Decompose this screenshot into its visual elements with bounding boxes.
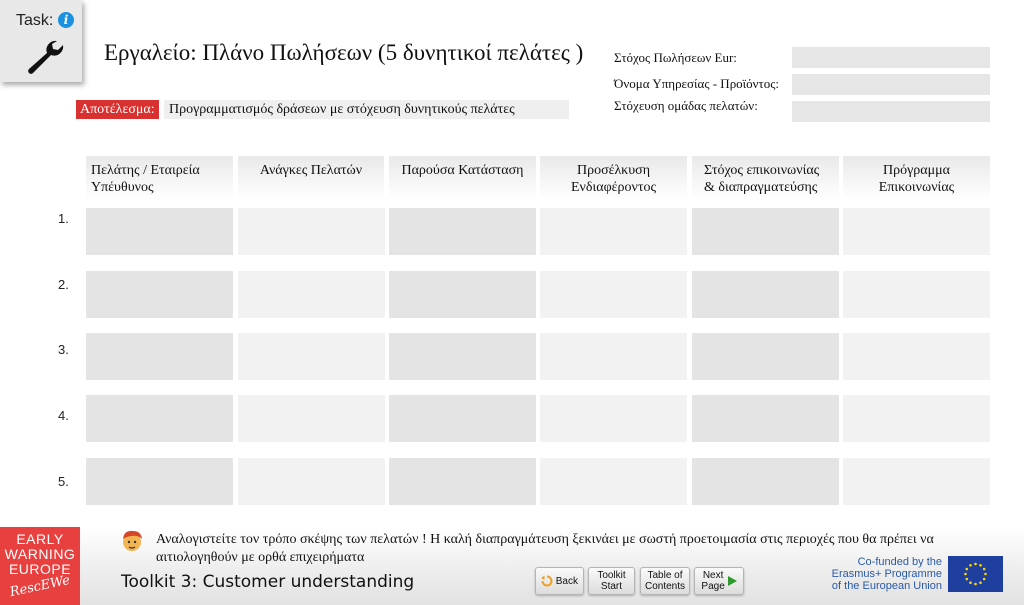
info-icon[interactable]: i bbox=[58, 12, 74, 28]
column-header-line: Πρόγραμμα bbox=[883, 163, 950, 178]
next-page-label: Next Page bbox=[701, 570, 724, 592]
back-button[interactable]: Back bbox=[535, 567, 584, 595]
logo-text: EARLY bbox=[16, 531, 64, 547]
table-cell[interactable] bbox=[692, 395, 839, 442]
table-cell[interactable] bbox=[843, 395, 990, 442]
sales-target-field[interactable] bbox=[792, 47, 990, 68]
funding-line: Erasmus+ Programme bbox=[831, 568, 942, 580]
column-header-interest: Προσέλκυση Ενδιαφέροντος bbox=[540, 156, 687, 200]
sales-target-label: Στόχος Πωλήσεων Eur: bbox=[614, 50, 737, 65]
row-number: 5. bbox=[58, 474, 69, 489]
toc-line: Contents bbox=[644, 581, 686, 592]
target-group-label: Στόχευση ομάδας πελατών: bbox=[614, 98, 758, 113]
funding-line: Co-funded by the bbox=[857, 556, 942, 568]
table-cell[interactable] bbox=[692, 271, 839, 318]
column-header-client: Πελάτης / Εταιρεία Υπέυθυνος bbox=[86, 156, 233, 200]
service-name-label: Όνομα Υπηρεσίας - Προϊόντος: bbox=[614, 76, 780, 91]
toc-label: Table of Contents bbox=[645, 570, 685, 592]
task-label: Task: bbox=[16, 12, 54, 29]
table-cell[interactable] bbox=[843, 458, 990, 505]
table-cell[interactable] bbox=[86, 395, 233, 442]
logo-text: WARNING bbox=[4, 546, 76, 562]
table-cell[interactable] bbox=[389, 333, 536, 380]
table-cell[interactable] bbox=[540, 208, 687, 255]
table-cell[interactable] bbox=[86, 271, 233, 318]
table-cell[interactable] bbox=[238, 458, 385, 505]
table-cell[interactable] bbox=[692, 208, 839, 255]
page-title: Εργαλείο: Πλάνο Πωλήσεων (5 δυνητικοί πε… bbox=[104, 40, 584, 65]
row-number: 1. bbox=[58, 211, 69, 226]
table-cell[interactable] bbox=[238, 271, 385, 318]
table-cell[interactable] bbox=[238, 333, 385, 380]
next-page-button[interactable]: Next Page bbox=[694, 567, 744, 595]
table-cell[interactable] bbox=[238, 395, 385, 442]
wrench-icon bbox=[28, 40, 64, 74]
eu-flag-icon bbox=[948, 556, 1003, 592]
column-header-line: Προσέλκυση bbox=[576, 163, 651, 178]
service-name-field[interactable] bbox=[792, 74, 990, 95]
table-cell[interactable] bbox=[238, 208, 385, 255]
table-cell[interactable] bbox=[843, 208, 990, 255]
column-header-line: Ενδιαφέροντος bbox=[570, 180, 657, 195]
back-label: Back bbox=[555, 575, 578, 587]
column-header-line: Επικοινωνίας bbox=[878, 180, 955, 195]
toc-line: Table of bbox=[647, 570, 683, 581]
column-header-line: Υπέυθυνος bbox=[91, 180, 154, 195]
column-header-communication-goal: Στόχος επικοινωνίας & διαπραγματεύσης bbox=[692, 156, 839, 200]
table-cell[interactable] bbox=[389, 395, 536, 442]
table-cell[interactable] bbox=[540, 333, 687, 380]
row-number: 2. bbox=[58, 277, 69, 292]
target-group-field[interactable] bbox=[792, 101, 990, 122]
column-header-line: Στόχος επικοινωνίας bbox=[704, 163, 820, 178]
funding-text: Co-funded by the Erasmus+ Programme of t… bbox=[830, 556, 942, 592]
row-number: 4. bbox=[58, 408, 69, 423]
table-cell[interactable] bbox=[843, 333, 990, 380]
funding-line: of the European Union bbox=[831, 580, 942, 592]
table-cell[interactable] bbox=[86, 208, 233, 255]
toolkit-start-button[interactable]: Toolkit Start bbox=[588, 567, 635, 595]
table-of-contents-button[interactable]: Table of Contents bbox=[640, 567, 690, 595]
thinking-person-icon bbox=[123, 530, 142, 551]
table-cell[interactable] bbox=[389, 271, 536, 318]
table-cell[interactable] bbox=[540, 458, 687, 505]
table-cell[interactable] bbox=[389, 208, 536, 255]
toolkit-start-line: Start bbox=[600, 581, 623, 592]
toolkit-start-label: Toolkit Start bbox=[597, 570, 625, 592]
table-cell[interactable] bbox=[86, 458, 233, 505]
table-cell[interactable] bbox=[540, 395, 687, 442]
column-header-line: Ανάγκες Πελατών bbox=[259, 163, 363, 178]
play-arrow-icon bbox=[727, 576, 737, 586]
column-header-line: & διαπραγματεύσης bbox=[704, 180, 818, 195]
table-cell[interactable] bbox=[86, 333, 233, 380]
table-cell[interactable] bbox=[692, 333, 839, 380]
table-cell[interactable] bbox=[389, 458, 536, 505]
next-page-line: Next bbox=[702, 570, 724, 581]
result-text: Προγραμματισμός δράσεων με στόχευση δυνη… bbox=[169, 102, 515, 117]
column-header-current-status: Παρούσα Κατάσταση bbox=[389, 156, 536, 200]
column-header-communication-program: Πρόγραμμα Επικοινωνίας bbox=[843, 156, 990, 200]
column-header-line: Πελάτης / Εταιρεία bbox=[91, 163, 200, 178]
back-arrow-icon bbox=[540, 575, 553, 587]
table-cell[interactable] bbox=[843, 271, 990, 318]
table-cell[interactable] bbox=[540, 271, 687, 318]
toolkit-title: Toolkit 3: Customer understanding bbox=[121, 572, 415, 592]
table-cell[interactable] bbox=[692, 458, 839, 505]
result-tag: Αποτέλεσμα: bbox=[76, 100, 159, 119]
next-page-line: Page bbox=[701, 581, 725, 592]
early-warning-europe-logo: EARLY WARNING EUROPE RescEWe bbox=[0, 527, 80, 605]
column-header-needs: Ανάγκες Πελατών bbox=[238, 156, 384, 200]
column-header-line: Παρούσα Κατάσταση bbox=[401, 163, 524, 178]
row-number: 3. bbox=[58, 342, 69, 357]
toolkit-start-line: Toolkit bbox=[597, 570, 626, 581]
